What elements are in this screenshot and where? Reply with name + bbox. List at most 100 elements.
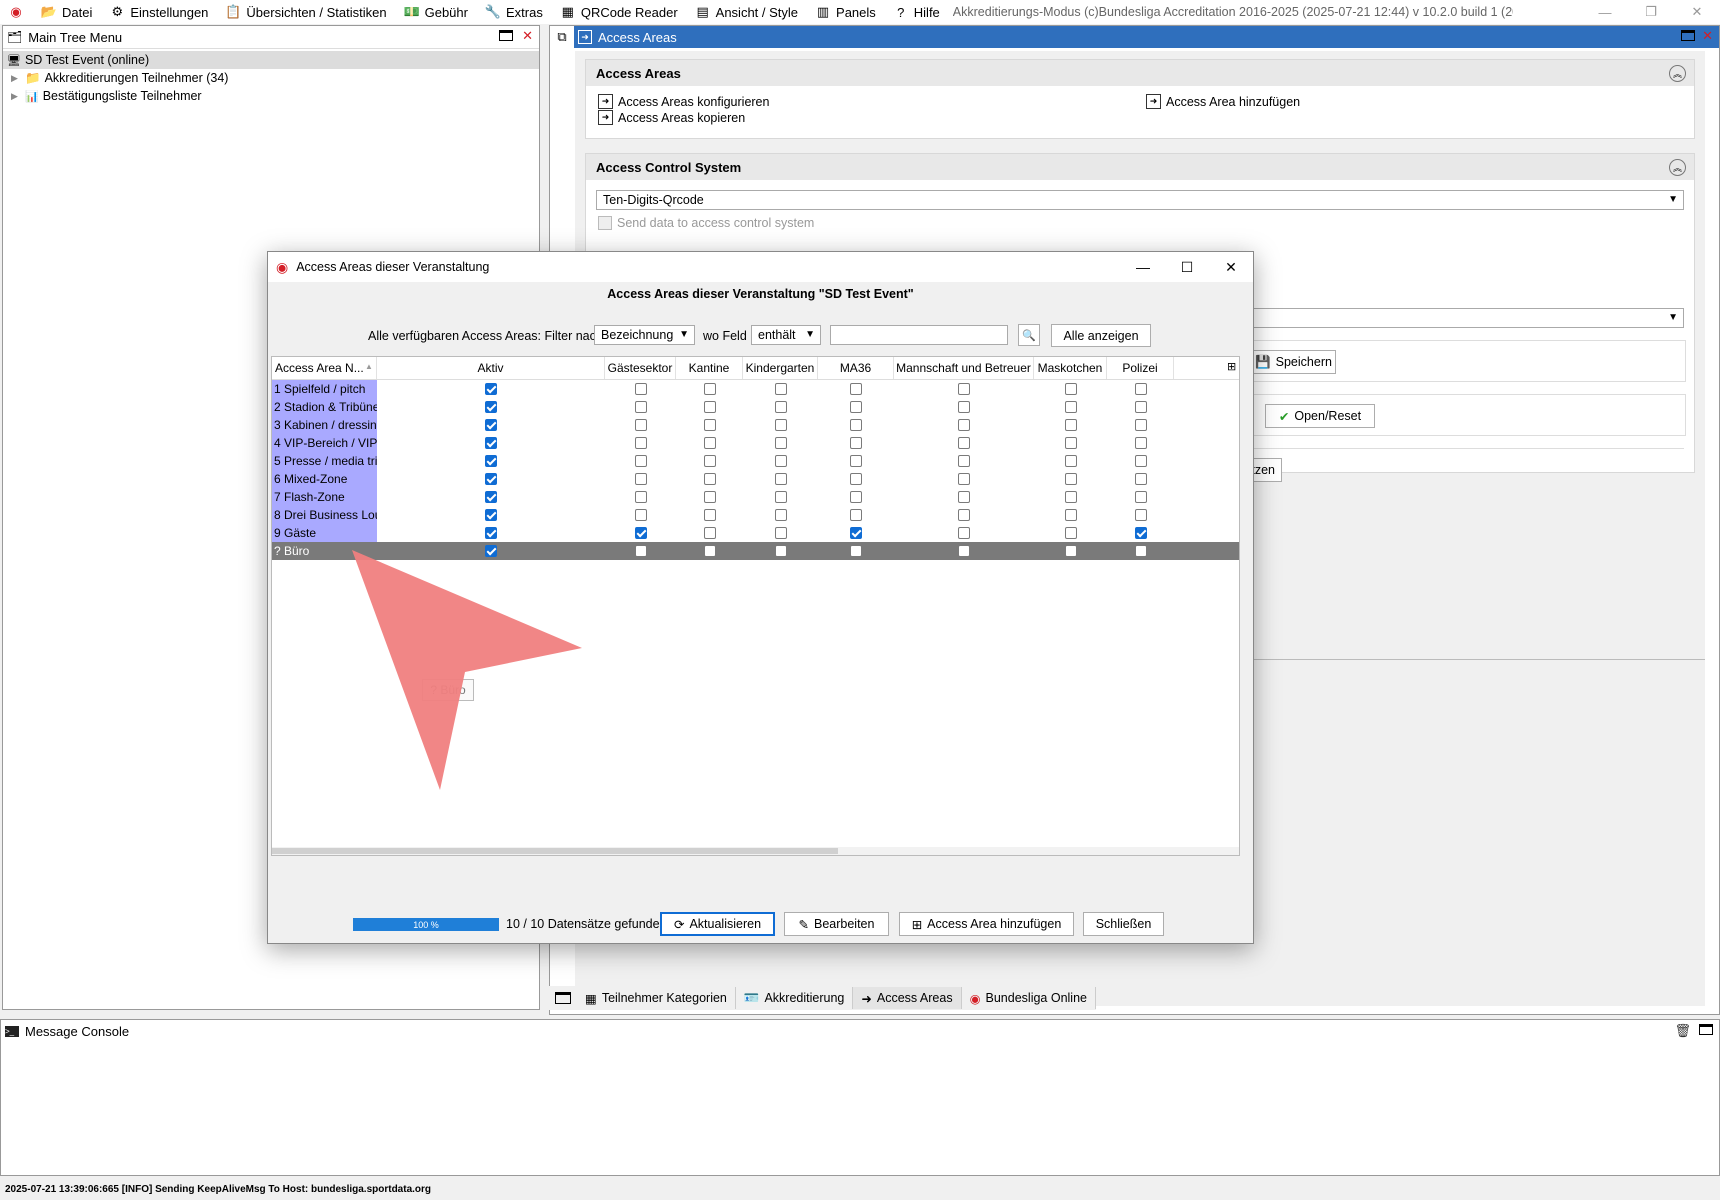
area-checkbox[interactable] [485,473,497,485]
table-row[interactable]: 3 Kabinen / dressing [272,416,1239,434]
horizontal-scrollbar[interactable] [272,847,1239,855]
area-checkbox[interactable] [1134,401,1147,413]
area-checkbox[interactable] [485,491,497,503]
menu-ansicht-style[interactable]: ▤ Ansicht / Style [687,0,807,24]
area-checkbox[interactable] [485,401,497,413]
column-header[interactable]: Maskotchen [1034,357,1107,379]
area-name-cell[interactable]: 6 Mixed-Zone [272,470,377,488]
restore-button[interactable]: ❐ [1628,0,1674,24]
area-name-cell[interactable]: 4 VIP-Bereich / VIP [272,434,377,452]
area-checkbox[interactable] [634,455,647,467]
table-row[interactable]: 4 VIP-Bereich / VIP [272,434,1239,452]
access-system-select[interactable]: Ten-Digits-Qrcode ▼ [596,190,1684,210]
open-reset-button[interactable]: ✔ Open/Reset [1265,404,1375,428]
area-checkbox[interactable] [703,545,716,557]
column-header[interactable]: Polizei [1107,357,1174,379]
expand-icon[interactable]: ▶ [11,73,21,84]
area-checkbox[interactable] [1134,473,1147,485]
condition-select[interactable]: enthält ▼ [751,325,821,345]
column-header[interactable]: Kindergarten [743,357,818,379]
search-button[interactable]: 🔍 [1018,324,1040,346]
edit-button[interactable]: ✎ Bearbeiten [784,912,889,936]
tree-item-akkreditierungen[interactable]: ▶ 📁 Akkreditierungen Teilnehmer (34) [3,69,539,87]
area-checkbox[interactable] [634,473,647,485]
area-checkbox[interactable] [1064,437,1077,449]
area-checkbox[interactable] [1134,419,1147,431]
menu-extras[interactable]: 🔧 Extras [477,0,552,24]
area-checkbox[interactable] [485,527,497,539]
menu-qrcode-reader[interactable]: ▦ QRCode Reader [552,0,687,24]
tab-access-areas[interactable]: ➜ Access Areas [853,987,962,1009]
table-row[interactable]: 9 Gäste [272,524,1239,542]
column-header[interactable]: Access Area N... [272,357,377,379]
copy-link[interactable]: ➜ Access Areas kopieren [598,110,745,125]
close-dialog-button[interactable]: Schließen [1083,912,1164,936]
area-checkbox[interactable] [634,491,647,503]
send-data-checkbox-row[interactable]: Send data to access control system [598,216,814,230]
panel-switch-icon[interactable]: ⧉ [550,29,574,45]
area-checkbox[interactable] [1134,545,1147,557]
area-checkbox[interactable] [1064,491,1077,503]
area-checkbox[interactable] [485,455,497,467]
column-header[interactable]: MA36 [818,357,894,379]
area-checkbox[interactable] [1064,473,1077,485]
area-checkbox[interactable] [703,401,716,413]
menu-datei[interactable]: 📂 Datei [33,0,101,24]
area-checkbox[interactable] [485,437,497,449]
area-checkbox[interactable] [850,383,862,395]
area-checkbox[interactable] [774,509,787,521]
area-checkbox[interactable] [703,383,716,395]
area-checkbox[interactable] [850,455,862,467]
area-checkbox[interactable] [774,473,787,485]
menu-einstellungen[interactable]: ⚙ Einstellungen [101,0,217,24]
area-checkbox[interactable] [958,455,970,467]
area-checkbox[interactable] [958,437,970,449]
area-checkbox[interactable] [1064,527,1077,539]
area-checkbox[interactable] [774,383,787,395]
area-checkbox[interactable] [958,527,970,539]
refresh-button[interactable]: ⟳ Aktualisieren [660,912,775,936]
table-row[interactable]: 6 Mixed-Zone [272,470,1239,488]
dialog-minimize-button[interactable]: — [1121,252,1165,282]
dialog-close-button[interactable]: ✕ [1209,252,1253,282]
area-checkbox[interactable] [634,419,647,431]
table-row[interactable]: 7 Flash-Zone [272,488,1239,506]
table-row[interactable]: 1 Spielfeld / pitch [272,380,1239,398]
area-checkbox[interactable] [703,419,716,431]
close-button[interactable]: ✕ [1674,0,1720,24]
table-row[interactable]: 5 Presse / media tribune [272,452,1239,470]
area-checkbox[interactable] [774,545,787,557]
area-checkbox[interactable] [485,419,497,431]
area-checkbox[interactable] [774,419,787,431]
configure-link[interactable]: ➜ Access Areas konfigurieren [598,94,769,109]
table-row[interactable]: ? Büro [272,542,1239,560]
add-area-button[interactable]: ⊞ Access Area hinzufügen [899,912,1074,936]
area-checkbox[interactable] [774,455,787,467]
area-checkbox[interactable] [958,473,970,485]
scrollbar-thumb[interactable] [272,848,838,854]
menu-geb-hr[interactable]: 💵 Gebühr [396,0,477,24]
area-checkbox[interactable] [958,491,970,503]
area-checkbox[interactable] [634,527,647,539]
maximize-icon[interactable] [1681,30,1695,41]
area-name-cell[interactable]: ? Büro [272,542,377,560]
area-checkbox[interactable] [850,509,862,521]
area-checkbox[interactable] [703,437,716,449]
area-checkbox[interactable] [1134,509,1147,521]
column-header[interactable]: Gästesektor [605,357,676,379]
area-checkbox[interactable] [850,437,862,449]
area-checkbox[interactable] [703,491,716,503]
collapse-icon[interactable]: ︽ [1669,159,1686,176]
area-checkbox[interactable] [485,509,497,521]
area-checkbox[interactable] [485,545,497,557]
area-checkbox[interactable] [1134,455,1147,467]
add-area-link[interactable]: ➜ Access Area hinzufügen [1146,94,1300,109]
table-row[interactable]: 8 Drei Business Lounge [272,506,1239,524]
area-checkbox[interactable] [1134,491,1147,503]
area-checkbox[interactable] [1064,383,1077,395]
menu-hilfe[interactable]: ? Hilfe [885,0,949,24]
area-checkbox[interactable] [850,491,862,503]
menu-panels[interactable]: ▥ Panels [807,0,885,24]
area-checkbox[interactable] [703,509,716,521]
area-checkbox[interactable] [1064,545,1077,557]
